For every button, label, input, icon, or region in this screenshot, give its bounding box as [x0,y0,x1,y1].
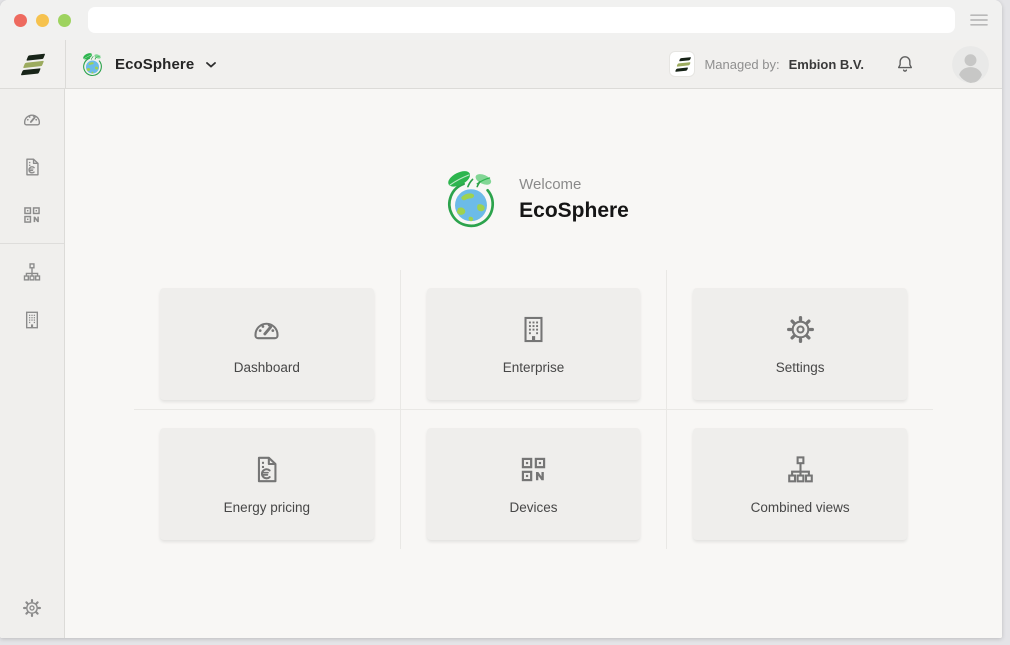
embion-badge-icon [669,51,695,77]
grid-cell: Devices [400,410,667,549]
sidebar-item-dashboard[interactable] [0,95,64,143]
devices-grid-icon [21,204,43,226]
window-maximize-button[interactable] [58,14,71,27]
ecosphere-logo-icon [438,166,504,232]
grid-cell: Energy pricing [134,410,401,549]
card-devices[interactable]: Devices [427,428,640,540]
nav-card-grid: Dashboard Enterprise Settings Energy pri… [134,270,934,549]
grid-cell: Settings [667,270,934,410]
sidebar-item-energy-pricing[interactable] [0,143,64,191]
managed-by-org: Embion B.V. [789,57,864,72]
card-settings[interactable]: Settings [693,288,908,400]
app-header: EcoSphere Managed by: Embion B.V. [0,40,1002,89]
avatar [952,46,989,83]
building-icon [21,309,43,331]
card-label: Dashboard [234,360,300,375]
ecosphere-logo-icon [79,51,106,78]
embion-logo [0,40,66,88]
bell-icon [894,53,916,75]
document-euro-icon [250,453,283,486]
devices-grid-icon [517,453,550,486]
document-euro-icon [21,156,43,178]
card-enterprise[interactable]: Enterprise [427,288,640,400]
gear-icon [784,313,817,346]
card-combined-views[interactable]: Combined views [693,428,908,540]
url-bar[interactable] [88,7,955,33]
card-label: Enterprise [503,360,565,375]
workspace-switcher[interactable]: EcoSphere [66,40,216,88]
hierarchy-icon [784,453,817,486]
user-menu-button[interactable] [939,46,1002,83]
grid-cell: Enterprise [400,270,667,410]
card-dashboard[interactable]: Dashboard [160,288,375,400]
sidebar-item-enterprise[interactable] [0,296,64,344]
hierarchy-icon [21,261,43,283]
welcome-greeting: Welcome [519,176,629,193]
grid-cell: Combined views [667,410,934,549]
browser-toolbar [0,0,1002,40]
card-label: Settings [776,360,825,375]
sidebar-item-combined-views[interactable] [0,248,64,296]
window-close-button[interactable] [14,14,27,27]
card-label: Energy pricing [224,500,310,515]
card-energy-pricing[interactable]: Energy pricing [160,428,375,540]
chevron-down-icon [206,62,216,68]
notifications-button[interactable] [894,53,916,75]
sidebar-item-settings[interactable] [0,584,64,632]
welcome-title: EcoSphere [519,199,629,223]
managed-by-label: Managed by: [704,57,779,72]
welcome-block: Welcome EcoSphere [438,166,629,232]
window-minimize-button[interactable] [36,14,49,27]
card-label: Devices [509,500,557,515]
workspace-name: EcoSphere [115,56,194,73]
managed-by: Managed by: Embion B.V. [669,51,864,77]
sidebar-item-devices[interactable] [0,191,64,239]
sidebar-divider [0,243,64,244]
window-controls [14,14,71,27]
gear-icon [21,597,43,619]
browser-window: EcoSphere Managed by: Embion B.V. [0,0,1002,638]
browser-menu-icon[interactable] [969,10,989,30]
gauge-icon [21,108,43,130]
grid-cell: Dashboard [134,270,401,410]
sidebar [0,89,65,638]
building-icon [517,313,550,346]
embion-logo-icon [20,53,46,74]
main-content: Welcome EcoSphere Dashboard Enterprise S… [65,89,1002,638]
card-label: Combined views [751,500,850,515]
gauge-icon [250,313,283,346]
